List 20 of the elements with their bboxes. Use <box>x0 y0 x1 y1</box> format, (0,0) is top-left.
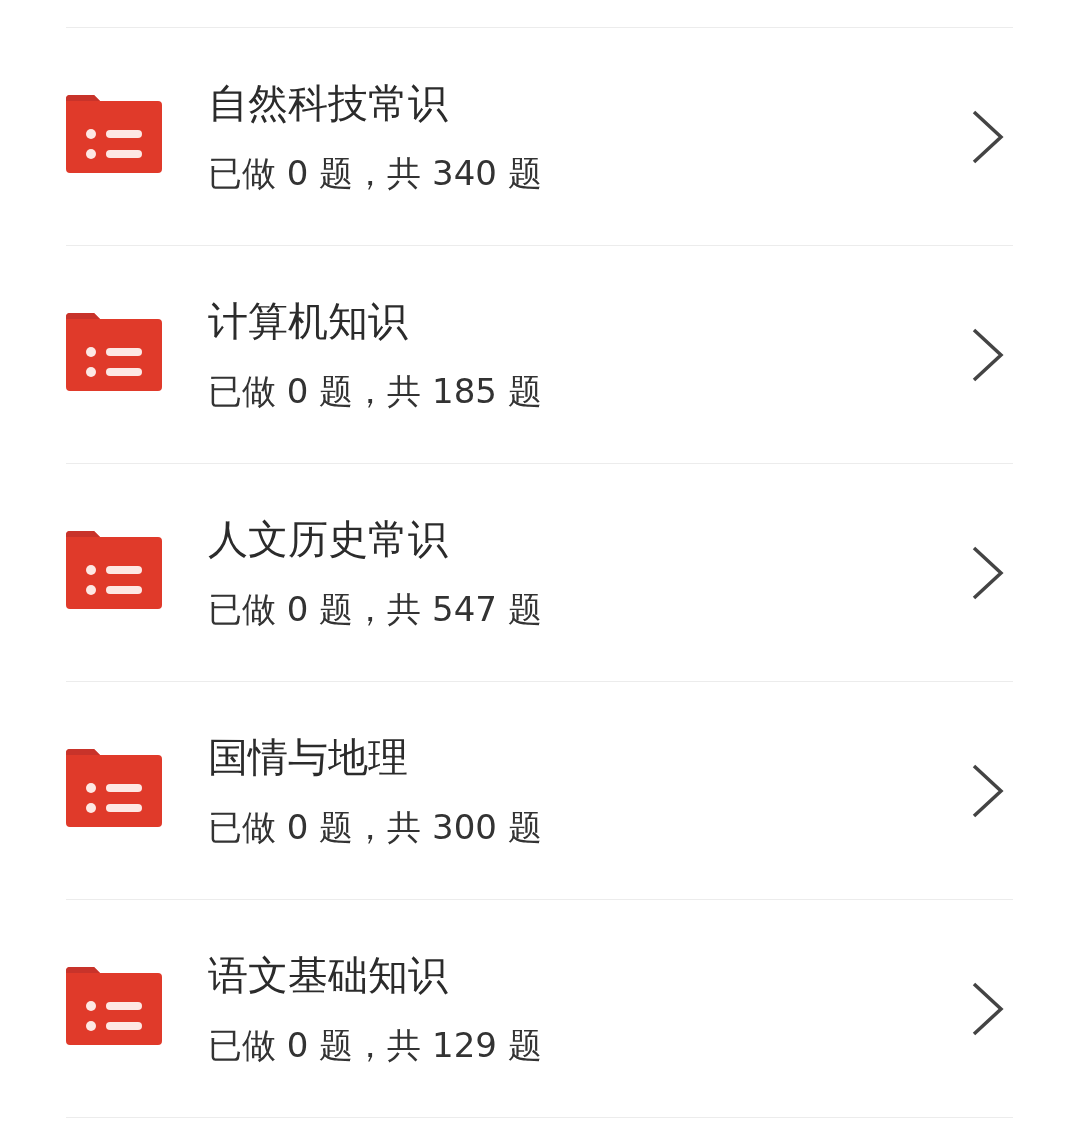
chevron-right-icon[interactable] <box>971 544 1005 601</box>
category-title: 语文基础知识 <box>208 952 449 997</box>
category-title: 国情与地理 <box>208 734 409 779</box>
progress-text: 已做 0 题，共 185 题 <box>208 372 543 411</box>
chevron-right-icon[interactable] <box>971 326 1005 383</box>
list-folder-icon <box>66 94 162 173</box>
list-folder-icon <box>66 530 162 609</box>
progress-text: 已做 0 题，共 547 题 <box>208 590 543 629</box>
list-folder-icon <box>66 312 162 391</box>
chevron-right-icon[interactable] <box>971 108 1005 165</box>
list-folder-icon <box>66 748 162 827</box>
category-title: 计算机知识 <box>208 298 409 343</box>
category-title: 自然科技常识 <box>208 80 449 125</box>
progress-text: 已做 0 题，共 300 题 <box>208 808 543 847</box>
category-title: 人文历史常识 <box>208 516 449 561</box>
list-folder-icon <box>66 966 162 1045</box>
chevron-right-icon[interactable] <box>971 762 1005 819</box>
chevron-right-icon[interactable] <box>971 980 1005 1037</box>
progress-text: 已做 0 题，共 129 题 <box>208 1026 543 1065</box>
progress-text: 已做 0 题，共 340 题 <box>208 154 543 193</box>
